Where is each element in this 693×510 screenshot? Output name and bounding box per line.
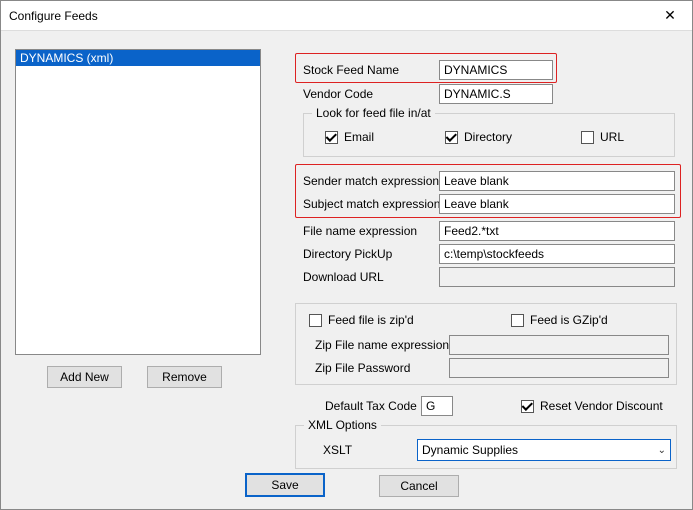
checkbox-icon [521,400,534,413]
reset-vendor-label: Reset Vendor Discount [540,399,663,413]
email-checkbox[interactable]: Email [325,130,374,144]
zip-file-expr-input[interactable] [449,335,669,355]
reset-vendor-checkbox[interactable]: Reset Vendor Discount [521,399,663,413]
xslt-value: Dynamic Supplies [422,443,518,457]
look-for-legend: Look for feed file in/at [312,106,435,120]
subject-match-input[interactable]: Leave blank [439,194,675,214]
close-icon[interactable]: ✕ [650,2,690,30]
add-new-button[interactable]: Add New [47,366,122,388]
checkbox-icon [511,314,524,327]
content-area: DYNAMICS (xml) Add New Remove Stock Feed… [1,31,692,509]
feed-gzip-label: Feed is GZip'd [530,313,608,327]
checkbox-icon [325,131,338,144]
directory-pickup-label: Directory PickUp [303,247,392,261]
xml-options-legend: XML Options [304,418,381,432]
remove-button[interactable]: Remove [147,366,222,388]
download-url-input[interactable] [439,267,675,287]
list-item[interactable]: DYNAMICS (xml) [16,50,260,66]
chevron-down-icon: ⌄ [658,445,666,456]
url-cb-label: URL [600,130,624,144]
feed-gzip-checkbox[interactable]: Feed is GZip'd [511,313,608,327]
stock-feed-name-input[interactable]: DYNAMICS [439,60,553,80]
feed-zip-checkbox[interactable]: Feed file is zip'd [309,313,414,327]
vendor-code-label: Vendor Code [303,87,373,101]
default-tax-input[interactable]: G [421,396,453,416]
zip-pw-label: Zip File Password [315,361,410,375]
sender-match-label: Sender match expression [303,174,439,188]
xslt-select[interactable]: Dynamic Supplies ⌄ [417,439,671,461]
directory-cb-label: Directory [464,130,512,144]
window: Configure Feeds ✕ DYNAMICS (xml) Add New… [0,0,693,510]
url-checkbox[interactable]: URL [581,130,624,144]
file-name-expr-input[interactable]: Feed2.*txt [439,221,675,241]
vendor-code-input[interactable]: DYNAMIC.S [439,84,553,104]
zip-pw-input[interactable] [449,358,669,378]
checkbox-icon [581,131,594,144]
directory-checkbox[interactable]: Directory [445,130,512,144]
feed-listbox[interactable]: DYNAMICS (xml) [15,49,261,355]
subject-match-label: Subject match expression [303,197,440,211]
file-name-expr-label: File name expression [303,224,417,238]
email-cb-label: Email [344,130,374,144]
save-button[interactable]: Save [245,473,325,497]
directory-pickup-input[interactable]: c:\temp\stockfeeds [439,244,675,264]
xslt-label: XSLT [323,443,352,457]
default-tax-label: Default Tax Code [325,399,417,413]
zip-file-expr-label: Zip File name expression [315,338,449,352]
titlebar: Configure Feeds ✕ [1,1,692,31]
download-url-label: Download URL [303,270,384,284]
checkbox-icon [445,131,458,144]
checkbox-icon [309,314,322,327]
stock-feed-name-label: Stock Feed Name [303,63,399,77]
feed-zip-label: Feed file is zip'd [328,313,414,327]
window-title: Configure Feeds [9,9,650,23]
cancel-button[interactable]: Cancel [379,475,459,497]
sender-match-input[interactable]: Leave blank [439,171,675,191]
